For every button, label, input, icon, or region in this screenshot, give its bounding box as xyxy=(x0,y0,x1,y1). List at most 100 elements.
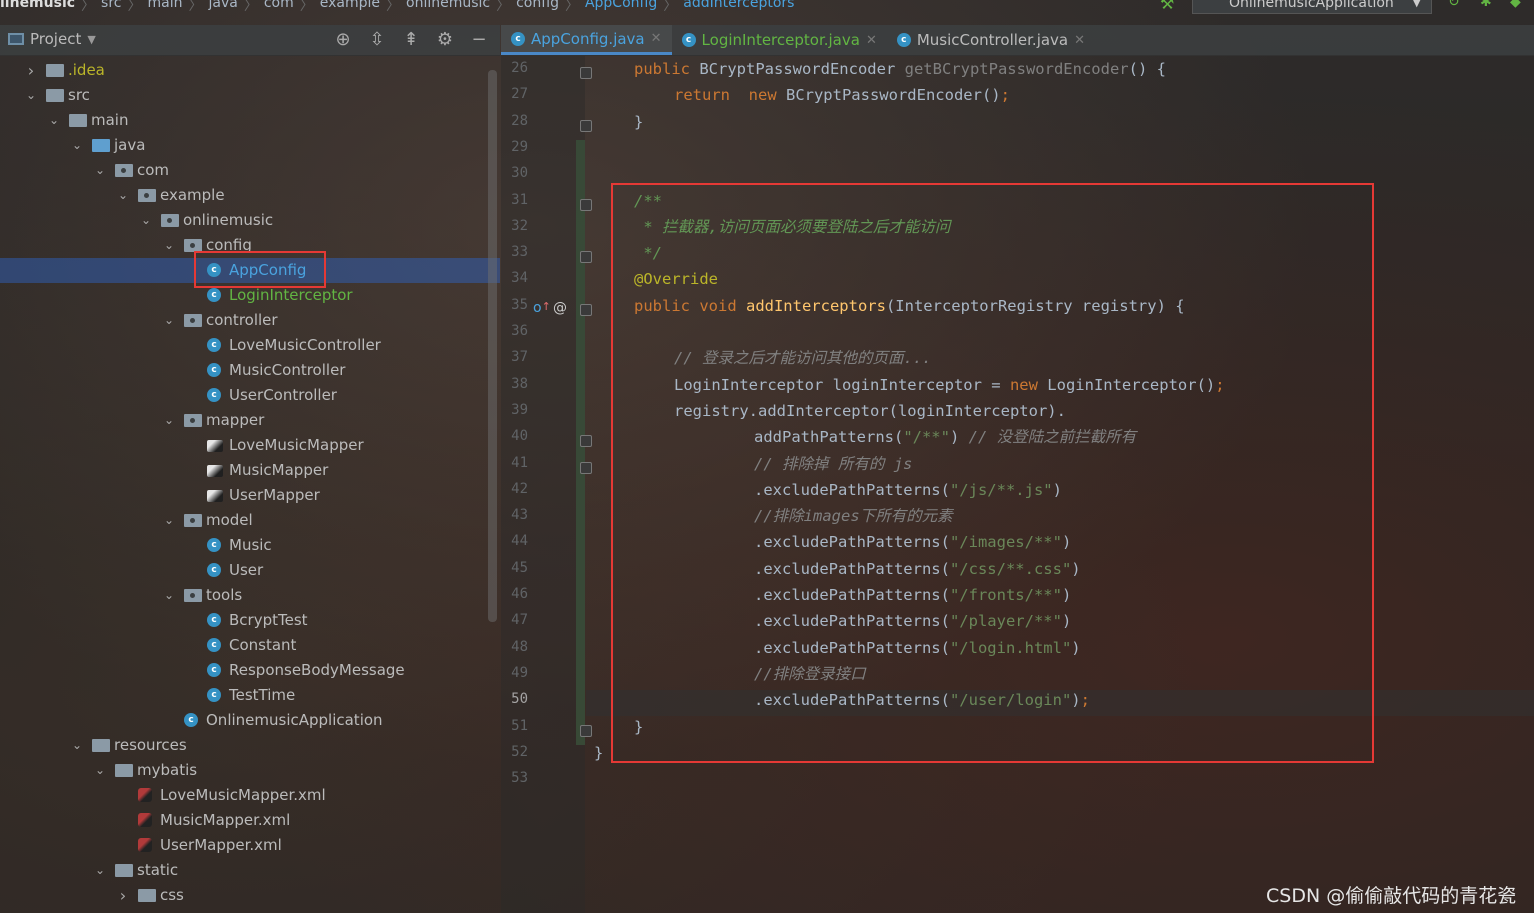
run-configuration-select[interactable]: OnlinemusicApplication ▼ xyxy=(1192,0,1432,14)
tree-row[interactable]: c MusicController xyxy=(0,358,500,383)
tree-row[interactable]: c ResponseBodyMessage xyxy=(0,658,500,683)
tree-item-label: LoveMusicMapper xyxy=(229,436,364,454)
breadcrumb-separator: 〉 xyxy=(386,0,400,14)
tree-row[interactable]: ⌄ tools xyxy=(0,583,500,608)
tree-row[interactable]: c OnlinemusicApplication xyxy=(0,708,500,733)
chevron-down-icon[interactable]: ⌄ xyxy=(47,108,61,133)
tree-row[interactable]: c UserController xyxy=(0,383,500,408)
tree-row[interactable]: ⌄ static xyxy=(0,858,500,883)
breadcrumb-item[interactable]: java xyxy=(202,0,243,14)
tree-row[interactable]: c BcryptTest xyxy=(0,608,500,633)
line-number: 50 xyxy=(511,691,528,708)
breadcrumb-item[interactable]: com xyxy=(258,0,300,14)
tree-row[interactable]: UserMapper.xml xyxy=(0,833,500,858)
code-token: } xyxy=(594,743,604,762)
tree-item-label: css xyxy=(160,886,184,904)
tree-row[interactable]: c User xyxy=(0,558,500,583)
chevron-down-icon[interactable]: ⌄ xyxy=(162,583,176,608)
chevron-down-icon[interactable]: ⌄ xyxy=(93,858,107,883)
tree-row[interactable]: ⌄ controller xyxy=(0,308,500,333)
tree-row[interactable]: › .idea xyxy=(0,58,500,83)
code-highlight-box xyxy=(611,183,1374,763)
breadcrumb-item[interactable]: onlinemusic xyxy=(400,0,496,14)
tree-row[interactable]: ⌄ main xyxy=(0,108,500,133)
tree-row[interactable]: ⌄ java xyxy=(0,133,500,158)
tree-row[interactable]: ⌄ onlinemusic xyxy=(0,208,500,233)
tree-row[interactable]: ⌄ mybatis xyxy=(0,758,500,783)
fold-marker-icon[interactable] xyxy=(580,251,592,264)
tree-row[interactable]: ⌄ src xyxy=(0,83,500,108)
tree-row[interactable]: ⌄ com xyxy=(0,158,500,183)
chevron-down-icon[interactable]: ⌄ xyxy=(162,408,176,433)
minimize-icon[interactable]: − xyxy=(468,29,490,50)
tree-row[interactable]: ⌄ resources xyxy=(0,733,500,758)
breadcrumb-item[interactable]: main xyxy=(142,0,189,14)
tree-row[interactable]: ⌄ model xyxy=(0,508,500,533)
breadcrumb-item[interactable]: example xyxy=(314,0,386,14)
runnable-class-icon: c xyxy=(207,688,221,702)
tree-row[interactable]: ⌄ example xyxy=(0,183,500,208)
chevron-right-icon[interactable]: › xyxy=(116,883,130,908)
breadcrumb-item[interactable]: addInterceptors xyxy=(677,0,800,14)
project-tree-scrollbar[interactable] xyxy=(488,70,497,622)
fold-marker-icon[interactable] xyxy=(580,119,592,132)
tree-item-label: com xyxy=(137,161,170,179)
update-icon[interactable]: ◆ xyxy=(1510,0,1526,10)
project-view-selector[interactable]: Project ▼ xyxy=(8,30,96,48)
tree-row[interactable]: c Constant xyxy=(0,633,500,658)
breadcrumb-item[interactable]: src xyxy=(95,0,127,14)
tree-row[interactable]: LoveMusicMapper.xml xyxy=(0,783,500,808)
fold-marker-icon[interactable] xyxy=(580,303,592,316)
tree-row[interactable]: ⌄ mapper xyxy=(0,408,500,433)
chevron-down-icon[interactable]: ⌄ xyxy=(24,83,38,108)
chevron-down-icon[interactable]: ⌄ xyxy=(139,208,153,233)
close-icon[interactable]: ✕ xyxy=(866,33,877,48)
implements-method-icon[interactable]: o↑ xyxy=(533,300,551,316)
editor-tab[interactable]: c LoginInterceptor.java ✕ xyxy=(672,25,887,55)
folder-icon xyxy=(115,764,133,777)
chevron-down-icon[interactable]: ⌄ xyxy=(162,233,176,258)
editor-tab[interactable]: c MusicController.java ✕ xyxy=(887,25,1095,55)
chevron-down-icon[interactable]: ⌄ xyxy=(93,758,107,783)
tree-row[interactable]: c Music xyxy=(0,533,500,558)
fold-marker-icon[interactable] xyxy=(580,461,592,474)
chevron-down-icon[interactable]: ⌄ xyxy=(70,733,84,758)
rerun-icon[interactable]: ↻ xyxy=(1448,0,1464,10)
chevron-down-icon[interactable]: ⌄ xyxy=(93,158,107,183)
tree-item-label: model xyxy=(206,511,253,529)
tree-row[interactable]: MusicMapper.xml xyxy=(0,808,500,833)
editor-tab[interactable]: c AppConfig.java ✕ xyxy=(501,25,672,55)
chevron-down-icon[interactable]: ⌄ xyxy=(162,508,176,533)
tree-row[interactable]: c TestTime xyxy=(0,683,500,708)
tree-row[interactable]: › css xyxy=(0,883,500,908)
line-number: 52 xyxy=(511,743,528,760)
close-icon[interactable]: ✕ xyxy=(1074,33,1085,48)
debug-icon[interactable]: ✱ xyxy=(1480,0,1496,10)
chevron-down-icon[interactable]: ⌄ xyxy=(70,133,84,158)
fold-marker-icon[interactable] xyxy=(580,198,592,211)
locate-target-icon[interactable]: ⊕ xyxy=(332,29,354,50)
chevron-right-icon[interactable]: › xyxy=(24,58,38,83)
tree-item-label: UserController xyxy=(229,386,337,404)
close-icon[interactable]: ✕ xyxy=(651,31,662,46)
collapse-all-icon[interactable]: ⇞ xyxy=(400,29,422,50)
package-icon xyxy=(138,189,156,202)
fold-marker-icon[interactable] xyxy=(580,435,592,448)
chevron-down-icon[interactable]: ⌄ xyxy=(162,308,176,333)
breadcrumb-item[interactable]: AppConfig xyxy=(579,0,663,14)
override-annotation-icon: @ xyxy=(553,300,567,316)
code-line: return new BCryptPasswordEncoder(); xyxy=(674,82,1010,108)
fold-marker-icon[interactable] xyxy=(580,724,592,737)
build-hammer-icon[interactable]: ⚒ xyxy=(1160,0,1176,13)
expand-all-icon[interactable]: ⇳ xyxy=(366,29,388,50)
tree-row[interactable]: c LoveMusicController xyxy=(0,333,500,358)
breadcrumb-item[interactable]: linemusic xyxy=(0,0,81,14)
tree-row[interactable]: UserMapper xyxy=(0,483,500,508)
fold-marker-icon[interactable] xyxy=(580,67,592,79)
breadcrumb-item[interactable]: config xyxy=(510,0,565,14)
chevron-down-icon[interactable]: ⌄ xyxy=(116,183,130,208)
gear-icon[interactable]: ⚙ xyxy=(434,29,456,50)
tree-row[interactable]: MusicMapper xyxy=(0,458,500,483)
tree-row[interactable]: LoveMusicMapper xyxy=(0,433,500,458)
breadcrumb-separator: 〉 xyxy=(663,0,678,14)
